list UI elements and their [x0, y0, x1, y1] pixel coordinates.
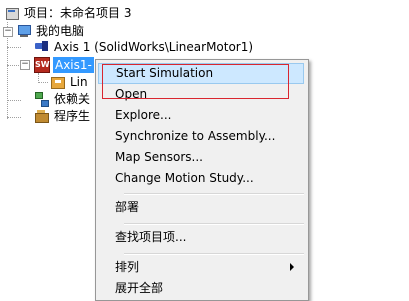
axis-icon — [34, 39, 50, 55]
tree-node-axis1-selected[interactable]: SW Axis1- — [34, 57, 94, 73]
tree-line — [38, 82, 48, 83]
tree-node-computer[interactable]: 我的电脑 — [16, 23, 84, 39]
menu-item-open[interactable]: Open — [98, 84, 304, 105]
link-label: Lin — [70, 75, 88, 89]
menu-item-synchronize[interactable]: Synchronize to Assembly... — [98, 126, 304, 147]
tree-node-programs[interactable]: 程序生 — [34, 108, 90, 124]
tree-node-dependencies[interactable]: 依赖关 — [34, 91, 90, 107]
solidworks-icon: SW — [34, 57, 50, 73]
project-label: 项目：未命名项目 3 — [24, 6, 132, 20]
axis1-label: Axis 1 (SolidWorks\LinearMotor1) — [54, 40, 254, 54]
menu-item-map-sensors[interactable]: Map Sensors... — [98, 147, 304, 168]
arrange-label: 排列 — [115, 260, 140, 274]
programs-label: 程序生 — [54, 109, 91, 123]
menu-separator — [124, 193, 304, 195]
menu-item-arrange[interactable]: 排列 — [98, 257, 304, 278]
menu-item-change-motion-study[interactable]: Change Motion Study... — [98, 168, 304, 189]
tree-node-project[interactable]: 项目：未命名项目 3 — [4, 5, 131, 21]
collapse-toggle[interactable]: − — [3, 27, 13, 37]
computer-label: 我的电脑 — [36, 24, 85, 38]
tree-line — [7, 117, 21, 118]
computer-icon — [16, 23, 32, 39]
tree-line — [7, 65, 21, 66]
linked-file-icon — [50, 74, 66, 90]
tree-node-axis1[interactable]: Axis 1 (SolidWorks\LinearMotor1) — [34, 39, 253, 55]
menu-item-expand-all[interactable]: 展开全部 — [98, 278, 304, 299]
dependencies-label: 依赖关 — [54, 92, 91, 106]
dependencies-icon — [34, 91, 50, 107]
menu-item-deploy[interactable]: 部署 — [98, 197, 304, 218]
menu-separator — [124, 223, 304, 225]
axis1-selected-label: Axis1- — [53, 57, 94, 73]
tree-line — [7, 47, 21, 48]
menu-item-explore[interactable]: Explore... — [98, 105, 304, 126]
menu-separator — [124, 253, 304, 255]
context-menu: Start Simulation Open Explore... Synchro… — [95, 59, 309, 301]
tree-node-link[interactable]: Lin — [50, 74, 88, 90]
tree-line — [7, 100, 21, 101]
programs-icon — [34, 108, 50, 124]
menu-item-find-project-items[interactable]: 查找项目项... — [98, 227, 304, 248]
menu-item-start-simulation[interactable]: Start Simulation — [98, 63, 304, 84]
collapse-toggle[interactable]: − — [20, 60, 30, 70]
submenu-arrow-icon — [290, 263, 294, 271]
project-icon — [4, 5, 20, 21]
